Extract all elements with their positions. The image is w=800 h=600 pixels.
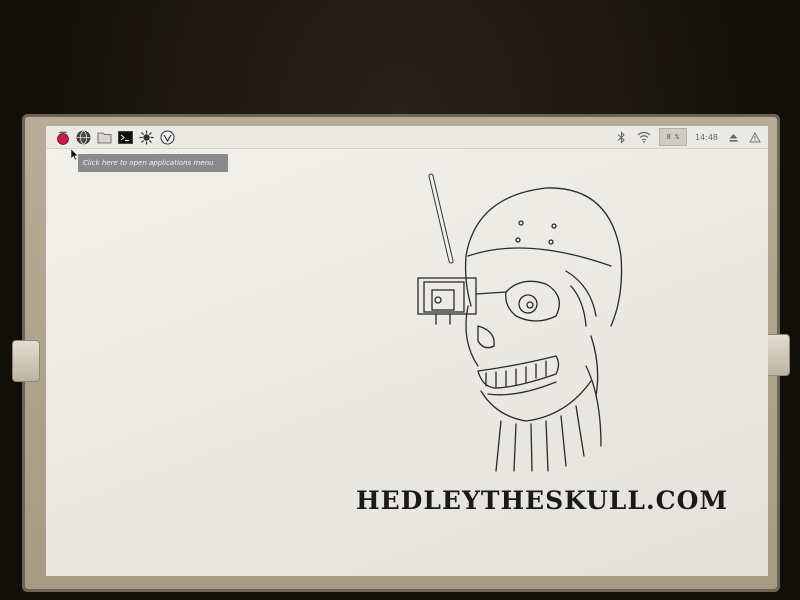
wolfram-icon[interactable] (159, 129, 176, 146)
taskbar: 8 % 14:48 (46, 126, 768, 149)
system-tray: 8 % 14:48 (615, 126, 762, 148)
desktop-screen: 8 % 14:48 Click here to open application… (46, 126, 768, 576)
file-manager-icon[interactable] (96, 129, 113, 146)
photo-background: 8 % 14:48 Click here to open application… (0, 0, 800, 600)
bluetooth-icon[interactable] (615, 130, 629, 144)
sunburst-icon[interactable] (138, 129, 155, 146)
terminal-icon[interactable] (117, 129, 134, 146)
web-browser-icon[interactable] (75, 129, 92, 146)
launcher-bar (54, 129, 176, 146)
raspberry-menu-icon[interactable] (54, 129, 71, 146)
eject-icon[interactable] (726, 130, 740, 144)
monitor-clip-left (12, 340, 40, 382)
wifi-icon[interactable] (637, 130, 651, 144)
clock[interactable]: 14:48 (695, 133, 718, 142)
alert-icon[interactable] (748, 130, 762, 144)
skull-wallpaper-drawing (406, 166, 646, 476)
website-wordmark: HEDLEYTHESKULL.COM (356, 486, 729, 515)
cpu-monitor[interactable]: 8 % (658, 128, 687, 146)
applications-menu-tooltip: Click here to open applications menu (78, 154, 228, 172)
